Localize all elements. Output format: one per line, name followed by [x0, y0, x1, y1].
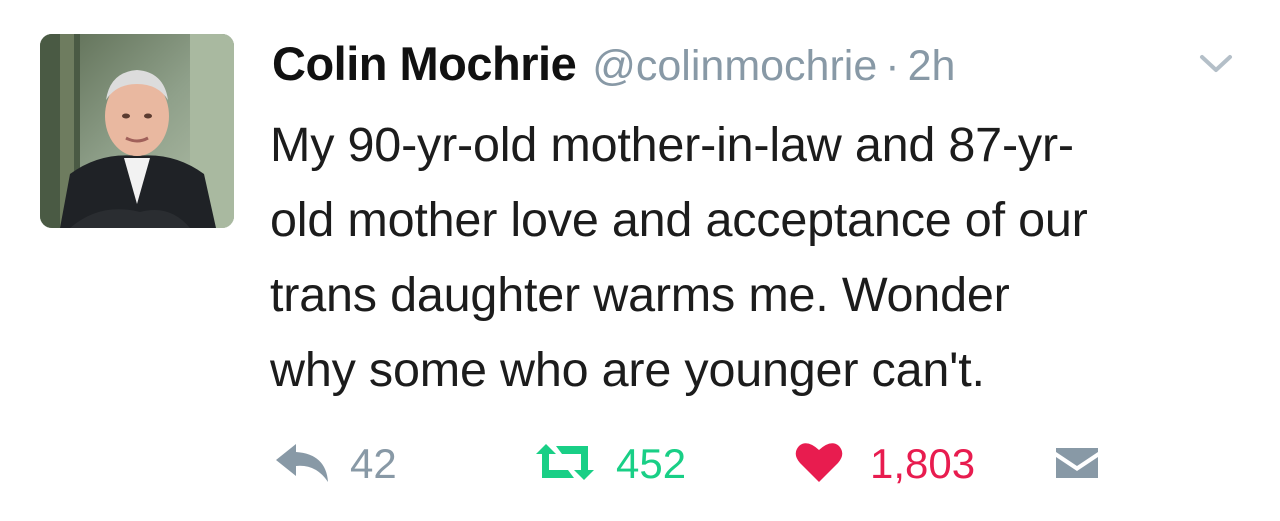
tweet-text-line: why some who are younger can't. — [270, 343, 985, 397]
tweet-header: Colin Mochrie @colinmochrie · 2h — [272, 36, 955, 92]
tweet-text-line: My 90-yr-old mother-in-law and 87-yr- — [270, 118, 1074, 172]
author-name[interactable]: Colin Mochrie — [272, 36, 577, 91]
heart-icon — [794, 440, 844, 489]
reply-icon — [272, 440, 332, 489]
tweet-timestamp[interactable]: 2h — [908, 42, 956, 91]
like-count: 1,803 — [870, 440, 976, 487]
tweet-text-line: old mother love and acceptance of our — [270, 193, 1088, 247]
reply-button[interactable]: 42 — [272, 434, 397, 494]
avatar[interactable] — [40, 34, 234, 228]
author-handle[interactable]: @colinmochrie — [592, 42, 877, 91]
chevron-down-icon[interactable] — [1196, 48, 1236, 78]
envelope-icon — [1052, 442, 1102, 487]
tweet-card[interactable]: Colin Mochrie @colinmochrie · 2h My 90-y… — [0, 0, 1280, 521]
tweet-actions: 42 452 1,803 — [272, 434, 1172, 494]
retweet-count: 452 — [616, 440, 687, 487]
direct-message-button[interactable] — [1052, 434, 1102, 494]
like-button[interactable]: 1,803 — [794, 434, 975, 494]
tweet-text-line: trans daughter warms me. Wonder — [270, 268, 1010, 322]
tweet-text: My 90-yr-old mother-in-law and 87-yr- ol… — [270, 108, 1260, 408]
reply-count: 42 — [350, 440, 397, 487]
retweet-icon — [532, 440, 598, 489]
retweet-button[interactable]: 452 — [532, 434, 686, 494]
header-separator: · — [885, 42, 900, 90]
avatar-photo — [40, 34, 234, 228]
